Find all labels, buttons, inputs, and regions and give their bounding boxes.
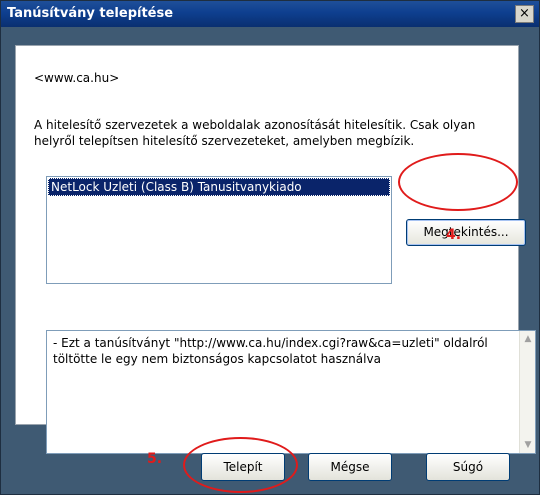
window-title: Tanúsítvány telepítése xyxy=(7,6,174,21)
description-text: A hitelesítő szervezetek a weboldalak az… xyxy=(34,118,476,148)
dialog-content: <www.ca.hu> A hitelesítő szervezetek a w… xyxy=(15,45,536,454)
scroll-down-icon[interactable]: ▼ xyxy=(520,437,536,453)
scroll-up-icon[interactable]: ▲ xyxy=(520,331,536,347)
certificate-list[interactable]: NetLock Uzleti (Class B) Tanusitvanykiad… xyxy=(46,176,392,284)
certificate-install-dialog: Tanúsítvány telepítése × <www.ca.hu> A h… xyxy=(0,0,540,495)
view-button[interactable]: Megtekintés... xyxy=(406,219,526,246)
annotation-label-step4: 4. xyxy=(446,227,462,243)
annotation-circle-step5 xyxy=(183,437,298,493)
close-button[interactable]: × xyxy=(515,5,534,23)
site-label: <www.ca.hu> xyxy=(34,71,120,85)
annotation-circle-step4 xyxy=(398,153,518,211)
details-scrollbar[interactable]: ▲ ▼ xyxy=(519,331,535,453)
cancel-button[interactable]: Mégse xyxy=(308,453,392,481)
certificate-list-item[interactable]: NetLock Uzleti (Class B) Tanusitvanykiad… xyxy=(48,178,390,196)
details-text: - Ezt a tanúsítványt "http://www.ca.hu/i… xyxy=(53,336,488,366)
details-textbox[interactable]: - Ezt a tanúsítványt "http://www.ca.hu/i… xyxy=(46,330,536,454)
help-button[interactable]: Súgó xyxy=(426,453,510,481)
title-bar: Tanúsítvány telepítése × xyxy=(1,1,539,27)
annotation-label-step5: 5. xyxy=(147,451,163,467)
